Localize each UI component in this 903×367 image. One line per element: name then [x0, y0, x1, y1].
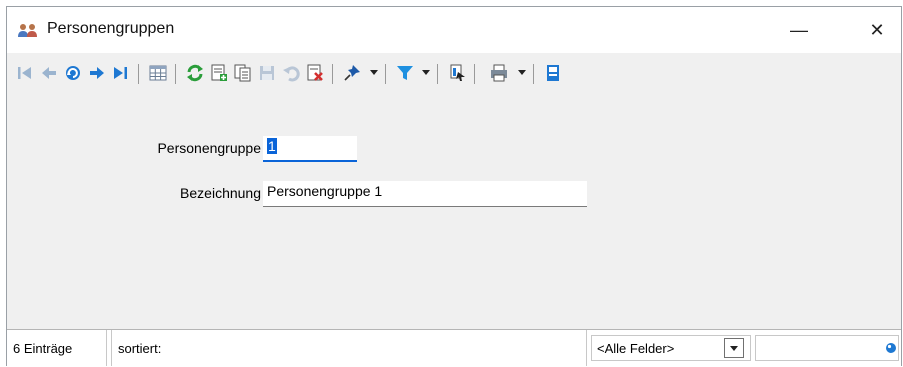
- toolbar-separator: [385, 64, 386, 84]
- pin-button[interactable]: [340, 61, 364, 85]
- save-button[interactable]: [255, 61, 279, 85]
- filter-icon: [397, 66, 413, 80]
- chevron-down-icon[interactable]: [724, 338, 744, 358]
- new-record-button[interactable]: [207, 61, 231, 85]
- copy-record-icon: [234, 64, 251, 82]
- export-button[interactable]: [445, 61, 469, 85]
- toolbar-separator: [175, 64, 176, 84]
- filter-button[interactable]: [393, 61, 417, 85]
- minimize-icon: —: [790, 19, 808, 40]
- toolbar-separator: [138, 64, 139, 84]
- next-record-icon: [90, 67, 104, 79]
- users-icon: [18, 24, 37, 37]
- print-icon: [491, 64, 507, 82]
- details-button[interactable]: [541, 61, 565, 85]
- title-bar: Personengruppen — ✕: [7, 7, 901, 53]
- sort-label: sortiert:: [118, 340, 162, 356]
- personengruppe-value: 1: [267, 138, 277, 154]
- window: Personengruppen — ✕ Personengruppe 1 Bez…: [6, 6, 902, 366]
- toolbar-separator: [437, 64, 438, 84]
- status-bar: 6 Einträge sortiert: <Alle Felder>: [7, 329, 901, 366]
- export-icon: [450, 64, 465, 81]
- delete-button[interactable]: [303, 61, 327, 85]
- first-record-icon: [18, 67, 31, 79]
- record-count: 6 Einträge: [7, 330, 107, 366]
- last-record-button[interactable]: [109, 61, 133, 85]
- personengruppe-label: Personengruppe: [157, 140, 261, 156]
- field-select[interactable]: <Alle Felder>: [591, 335, 751, 361]
- bezeichnung-label: Bezeichnung: [180, 185, 261, 201]
- form-area: Personengruppe 1 Bezeichnung Personengru…: [7, 93, 901, 327]
- toolbar-separator: [474, 64, 475, 84]
- go-to-record-button[interactable]: [61, 61, 85, 85]
- last-record-icon: [114, 67, 127, 79]
- new-record-icon: [211, 64, 227, 81]
- refresh-button[interactable]: [183, 61, 207, 85]
- close-icon: ✕: [869, 19, 885, 40]
- record-count-text: 6 Einträge: [13, 340, 73, 356]
- next-record-button[interactable]: [85, 61, 109, 85]
- undo-button[interactable]: [279, 61, 303, 85]
- print-button[interactable]: [487, 61, 511, 85]
- pin-icon: [344, 65, 360, 81]
- previous-record-icon: [42, 67, 56, 79]
- delete-icon: [307, 64, 323, 81]
- toolbar-separator: [533, 64, 534, 84]
- toolbar: [7, 56, 901, 90]
- pin-dropdown-icon[interactable]: [369, 67, 379, 77]
- search-go-icon[interactable]: [882, 341, 896, 355]
- bezeichnung-field[interactable]: Personengruppe 1: [263, 181, 587, 207]
- search-input[interactable]: [755, 335, 899, 361]
- previous-record-button[interactable]: [37, 61, 61, 85]
- toolbar-separator: [332, 64, 333, 84]
- first-record-button[interactable]: [13, 61, 37, 85]
- window-title: Personengruppen: [47, 20, 175, 37]
- details-icon: [547, 65, 559, 81]
- field-select-value: <Alle Felder>: [597, 340, 675, 356]
- bezeichnung-value: Personengruppe 1: [267, 183, 383, 199]
- undo-icon: [283, 66, 300, 82]
- personengruppe-field[interactable]: 1: [263, 136, 357, 162]
- table-view-icon: [149, 65, 167, 81]
- go-to-record-icon: [66, 66, 80, 80]
- print-dropdown-icon[interactable]: [517, 67, 527, 77]
- refresh-icon: [187, 64, 203, 82]
- save-icon: [260, 66, 274, 80]
- copy-record-button[interactable]: [231, 61, 255, 85]
- close-button[interactable]: ✕: [857, 15, 897, 45]
- minimize-button[interactable]: —: [779, 15, 819, 45]
- table-view-button[interactable]: [146, 61, 170, 85]
- filter-dropdown-icon[interactable]: [421, 67, 431, 77]
- sort-info: sortiert:: [111, 330, 587, 366]
